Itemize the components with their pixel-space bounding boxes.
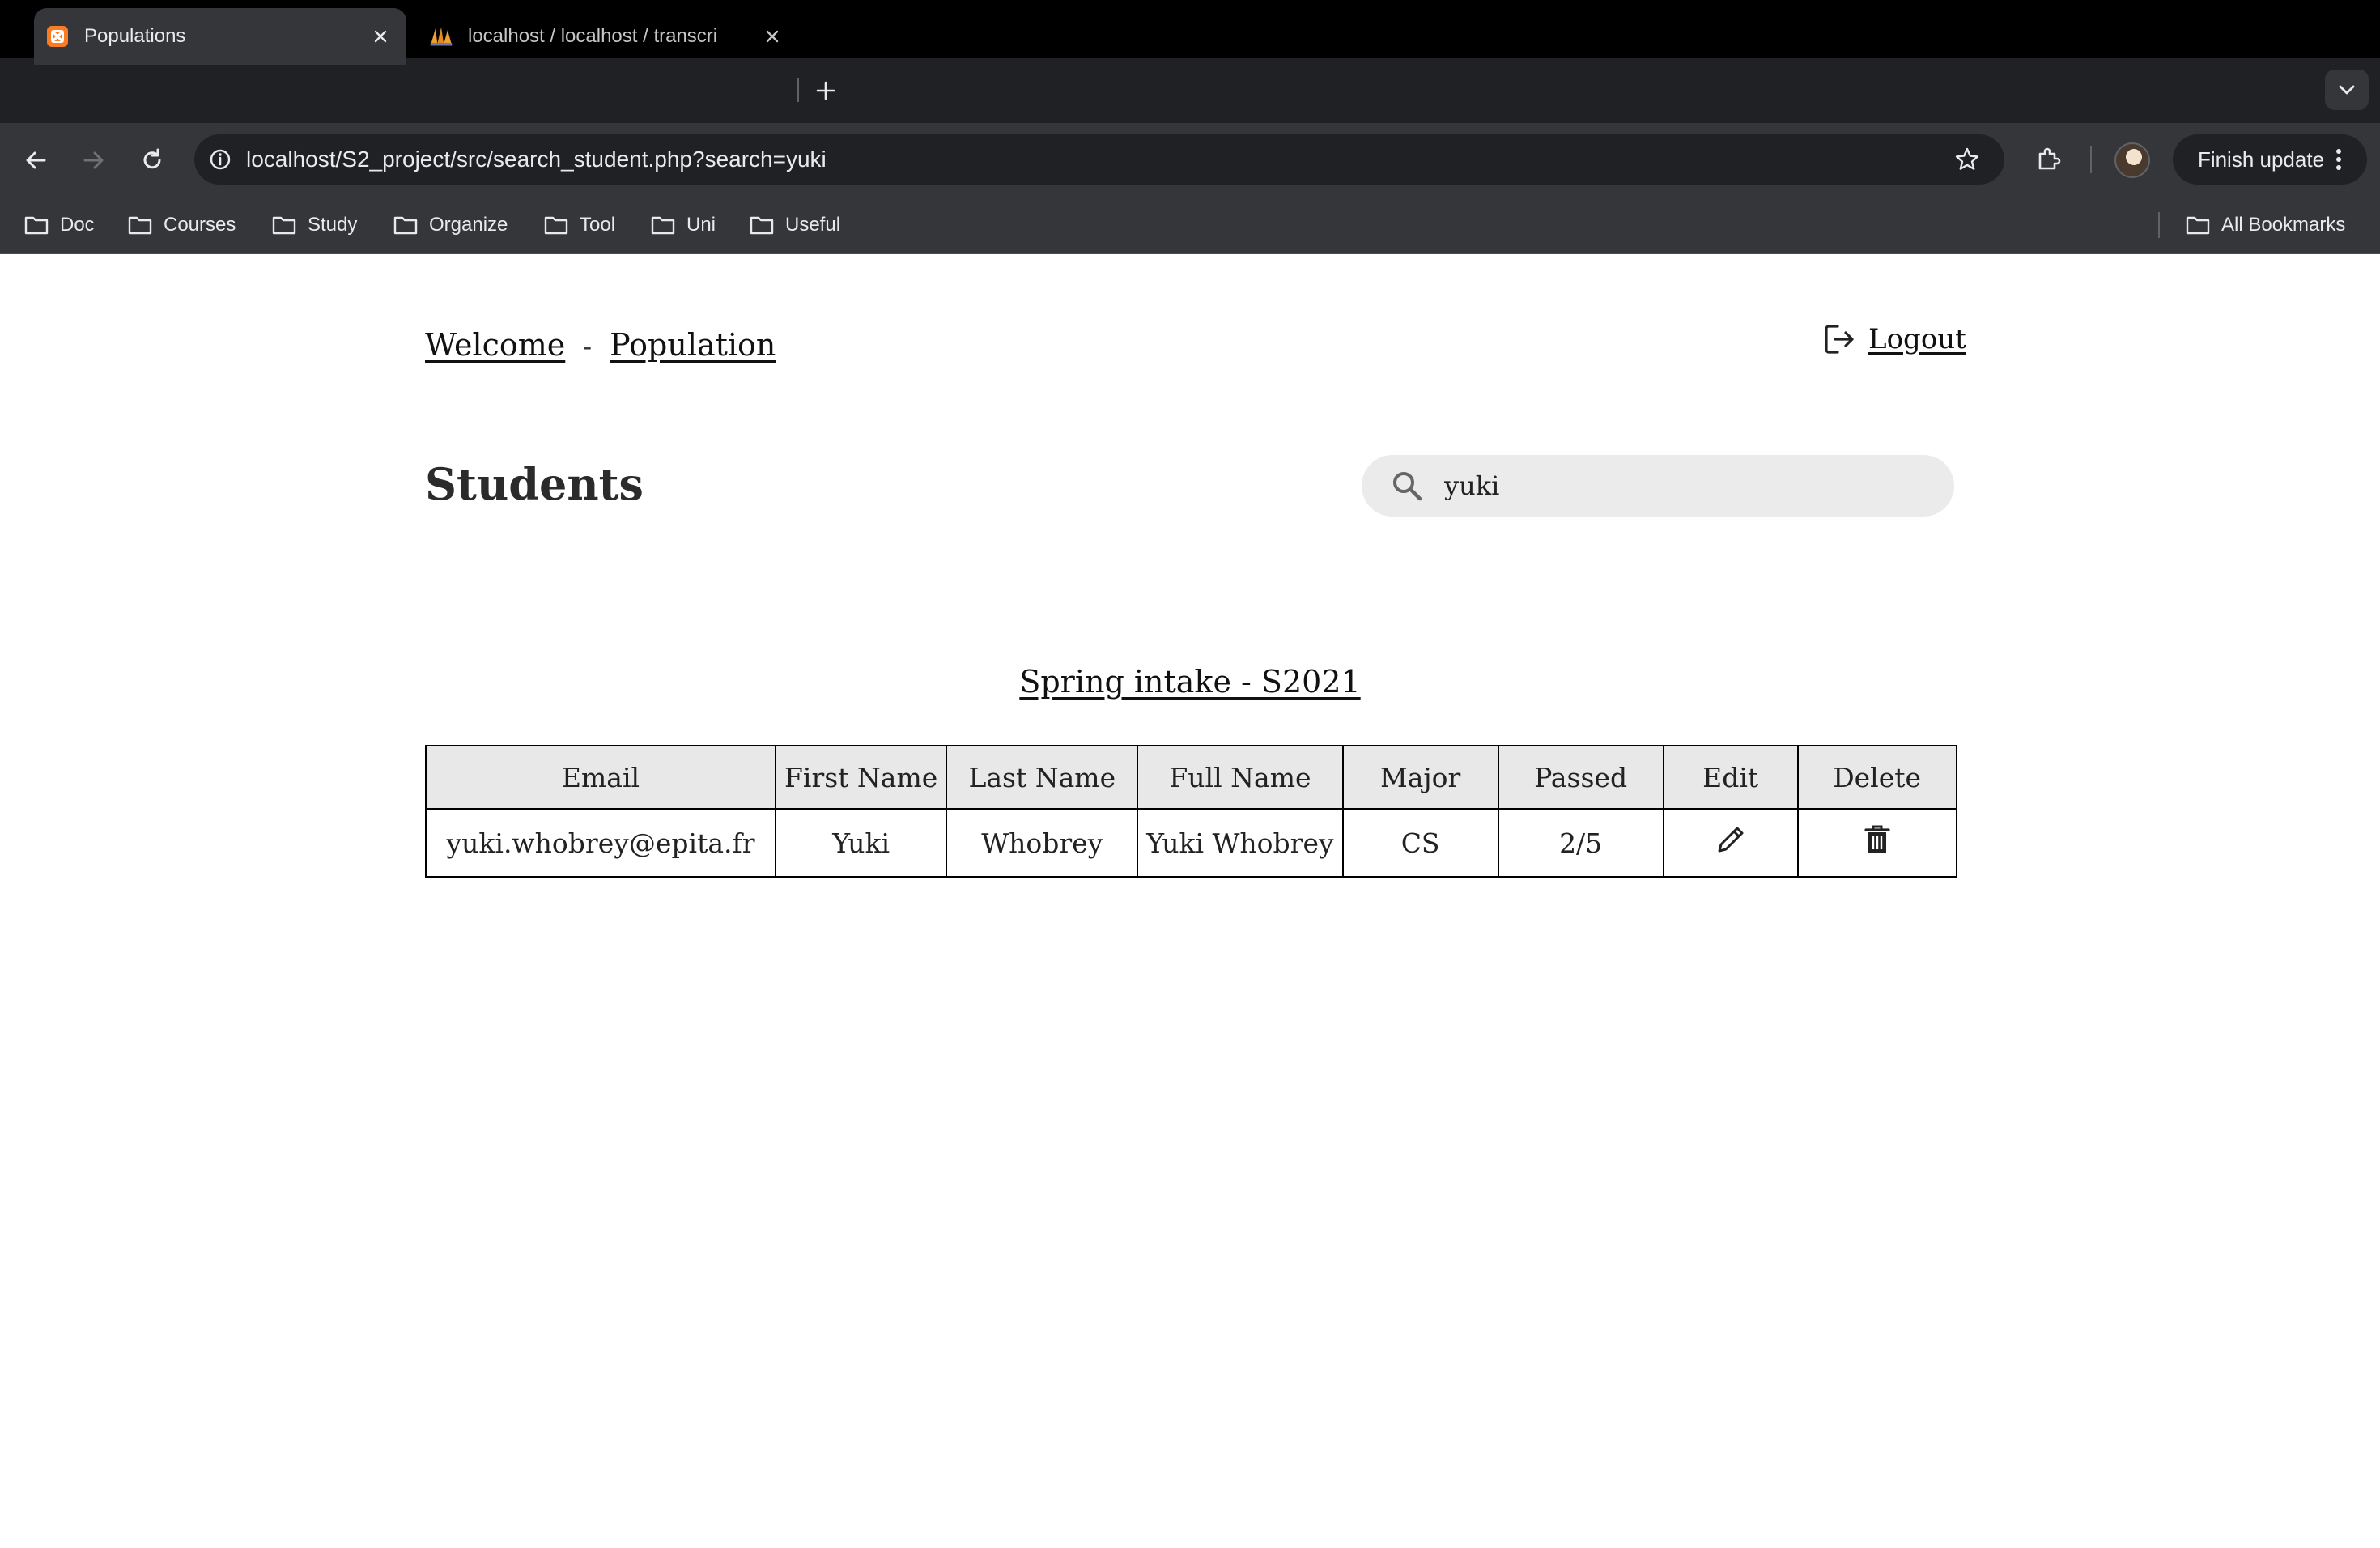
- folder-icon: [128, 215, 152, 236]
- plus-icon: [816, 81, 835, 100]
- bookmark-study[interactable]: Study: [272, 209, 357, 241]
- population-link[interactable]: Population: [610, 327, 776, 363]
- search-input[interactable]: [1443, 470, 1896, 502]
- tab-populations[interactable]: Populations: [34, 8, 406, 65]
- close-icon[interactable]: [758, 22, 787, 51]
- logout-link-group[interactable]: Logout: [1821, 321, 1966, 358]
- column-header-edit: Edit: [1662, 745, 1799, 810]
- chevron-down-icon: [2339, 85, 2355, 95]
- folder-icon: [272, 215, 296, 236]
- cell-major: CS: [1341, 808, 1499, 878]
- bookmark-organize[interactable]: Organize: [393, 209, 508, 241]
- page-content: Welcome - Population Logout Students Spr…: [0, 254, 2380, 1548]
- column-header-email: Email: [425, 745, 776, 810]
- bookmark-label: Uni: [686, 214, 716, 236]
- folder-icon: [24, 215, 49, 236]
- intake-link[interactable]: Spring intake - S2021: [1019, 664, 1360, 700]
- site-info-icon[interactable]: [204, 143, 236, 176]
- folder-icon: [651, 215, 675, 236]
- bookmark-star-icon[interactable]: [1949, 142, 1985, 177]
- profile-avatar[interactable]: [2114, 142, 2150, 178]
- table-row: yuki.whobrey@epita.fr Yuki Whobrey Yuki …: [425, 808, 1957, 878]
- back-button[interactable]: [18, 142, 53, 178]
- tab-title: Populations: [84, 25, 186, 47]
- bookmark-uni[interactable]: Uni: [651, 209, 716, 241]
- table-header-row: Email First Name Last Name Full Name Maj…: [425, 745, 1957, 810]
- folder-icon: [750, 215, 774, 236]
- bookmark-label: Useful: [785, 214, 841, 236]
- toolbar-separator: [2090, 146, 2092, 173]
- cell-passed: 2/5: [1497, 808, 1664, 878]
- tab-strip: [0, 58, 2380, 123]
- page-title: Students: [425, 458, 644, 510]
- students-table: Email First Name Last Name Full Name Maj…: [425, 745, 1957, 878]
- logout-icon[interactable]: [1821, 321, 1859, 358]
- cell-edit: [1662, 808, 1799, 878]
- url-text: localhost/S2_project/src/search_student.…: [246, 147, 827, 172]
- finish-update-label: Finish update: [2197, 147, 2325, 172]
- welcome-link[interactable]: Welcome: [425, 327, 565, 363]
- reload-button[interactable]: [134, 142, 170, 178]
- address-bar[interactable]: localhost/S2_project/src/search_student.…: [194, 134, 2004, 185]
- xampp-icon: [45, 24, 70, 49]
- bookmark-useful[interactable]: Useful: [750, 209, 840, 241]
- column-header-last-name: Last Name: [946, 745, 1139, 810]
- breadcrumb-separator: -: [583, 331, 593, 362]
- tab-title: localhost / localhost / transcri: [468, 25, 718, 47]
- column-header-passed: Passed: [1497, 745, 1664, 810]
- tab-separator: [797, 78, 799, 102]
- search-bar[interactable]: [1362, 455, 1954, 517]
- search-icon[interactable]: [1389, 468, 1425, 504]
- all-bookmarks-button[interactable]: All Bookmarks: [2186, 209, 2345, 241]
- pencil-icon[interactable]: [1715, 823, 1747, 856]
- cell-last-name: Whobrey: [946, 808, 1139, 878]
- column-header-delete: Delete: [1796, 745, 1957, 810]
- bookmark-courses[interactable]: Courses: [128, 209, 236, 241]
- close-icon[interactable]: [366, 22, 395, 51]
- finish-update-button[interactable]: Finish update: [2173, 134, 2367, 185]
- extensions-button[interactable]: [2030, 141, 2068, 178]
- bookmarks-separator: [2158, 212, 2160, 238]
- folder-icon: [2186, 215, 2210, 236]
- cell-full-name: Yuki Whobrey: [1137, 808, 1344, 878]
- intake-heading: Spring intake - S2021: [0, 664, 2380, 700]
- column-header-major: Major: [1341, 745, 1499, 810]
- bookmark-label: Study: [308, 214, 358, 236]
- column-header-first-name: First Name: [774, 745, 948, 810]
- forward-button[interactable]: [76, 142, 112, 178]
- bookmark-tool[interactable]: Tool: [544, 209, 615, 241]
- bookmark-label: Tool: [580, 214, 616, 236]
- new-tab-button[interactable]: [810, 74, 842, 107]
- arrow-left-icon: [26, 151, 46, 169]
- trash-icon[interactable]: [1863, 823, 1892, 856]
- tab-search-button[interactable]: [2325, 70, 2369, 110]
- folder-icon: [393, 215, 418, 236]
- phpmyadmin-icon: [429, 24, 453, 49]
- bookmark-label: Courses: [164, 214, 236, 236]
- cell-first-name: Yuki: [774, 808, 948, 878]
- reload-icon: [143, 148, 161, 169]
- breadcrumb: Welcome - Population: [425, 327, 776, 363]
- column-header-full-name: Full Name: [1137, 745, 1344, 810]
- folder-icon: [544, 215, 568, 236]
- all-bookmarks-label: All Bookmarks: [2221, 214, 2346, 236]
- logout-link[interactable]: Logout: [1868, 323, 1966, 355]
- cell-delete: [1796, 808, 1957, 878]
- puzzle-icon: [2038, 147, 2061, 170]
- more-vert-icon: [2335, 147, 2342, 172]
- bookmark-label: Organize: [429, 214, 508, 236]
- bookmark-doc[interactable]: Doc: [24, 209, 95, 241]
- tab-phpmyadmin[interactable]: localhost / localhost / transcri: [418, 8, 798, 65]
- cell-email: yuki.whobrey@epita.fr: [425, 808, 776, 878]
- arrow-right-icon: [83, 151, 104, 169]
- bookmark-label: Doc: [60, 214, 95, 236]
